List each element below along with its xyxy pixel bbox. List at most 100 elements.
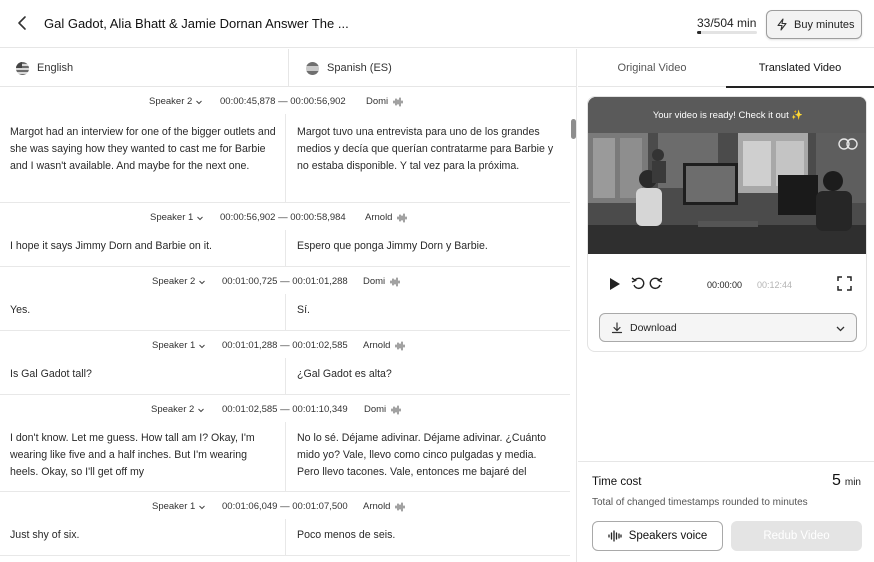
voice-label: Arnold bbox=[365, 212, 393, 223]
source-language-label: English bbox=[37, 62, 74, 74]
column-divider bbox=[285, 294, 286, 331]
segment-row: Speaker 2 00:01:00,725 — 00:01:01,288 Do… bbox=[0, 268, 570, 331]
minutes-usage: 33/504 min bbox=[697, 16, 757, 30]
voice-selector[interactable]: Domi bbox=[363, 276, 400, 287]
chevron-down-icon bbox=[198, 408, 205, 412]
total-time: 00:12:44 bbox=[757, 280, 793, 290]
translated-text[interactable]: ¿Gal Gadot es alta? bbox=[297, 366, 559, 383]
source-text[interactable]: Margot had an interview for one of the b… bbox=[10, 124, 278, 175]
fullscreen-icon[interactable] bbox=[837, 276, 852, 291]
video-player[interactable]: Your video is ready! Check it out ✨ bbox=[588, 97, 866, 254]
rewind-icon[interactable] bbox=[631, 276, 646, 291]
segment-timestamp[interactable]: 00:01:00,725 — 00:01:01,288 bbox=[222, 276, 348, 287]
minutes-progress-bar bbox=[697, 31, 757, 34]
voice-selector[interactable]: Domi bbox=[366, 96, 403, 107]
compare-icon[interactable] bbox=[838, 137, 858, 151]
voice-label: Domi bbox=[363, 276, 386, 287]
chevron-down-icon bbox=[196, 100, 203, 104]
segment-meta: Speaker 2 00:01:02,585 — 00:01:10,349 Do… bbox=[0, 396, 570, 422]
segment-meta: Speaker 2 00:01:00,725 — 00:01:01,288 Do… bbox=[0, 268, 570, 294]
tab-translated-video[interactable]: Translated Video bbox=[726, 49, 874, 88]
redub-video-button[interactable]: Redub Video bbox=[731, 521, 862, 551]
download-icon bbox=[611, 321, 623, 333]
column-divider bbox=[285, 230, 286, 267]
source-text[interactable]: Is Gal Gadot tall? bbox=[10, 366, 278, 383]
segment-row: Speaker 1 00:01:01,288 — 00:01:02,585 Ar… bbox=[0, 332, 570, 395]
source-text[interactable]: Just shy of six. bbox=[10, 527, 278, 544]
segment-list: Speaker 2 00:00:45,878 — 00:00:56,902 Do… bbox=[0, 88, 570, 562]
translated-text[interactable]: Margot tuvo una entrevista para uno de l… bbox=[297, 124, 559, 175]
segment-timestamp[interactable]: 00:01:02,585 — 00:01:10,349 bbox=[222, 404, 348, 415]
forward-icon[interactable] bbox=[648, 276, 663, 291]
download-label: Download bbox=[630, 321, 677, 334]
chevron-down-icon bbox=[199, 505, 206, 509]
speaker-label: Speaker 2 bbox=[151, 404, 195, 415]
translated-text[interactable]: Espero que ponga Jimmy Dorn y Barbie. bbox=[297, 238, 559, 255]
segment-meta: Speaker 1 00:00:56,902 — 00:00:58,984 Ar… bbox=[0, 204, 570, 230]
voice-selector[interactable]: Arnold bbox=[363, 501, 405, 512]
back-arrow-icon[interactable] bbox=[14, 14, 32, 32]
waveform-icon bbox=[395, 502, 405, 511]
segment-timestamp[interactable]: 00:01:06,049 — 00:01:07,500 bbox=[222, 501, 348, 512]
download-dropdown[interactable]: Download bbox=[599, 313, 857, 342]
column-divider bbox=[285, 358, 286, 395]
source-text[interactable]: Yes. bbox=[10, 302, 278, 319]
buy-minutes-button[interactable]: Buy minutes bbox=[766, 10, 862, 39]
video-pane: Original Video Translated Video Your vid… bbox=[578, 49, 874, 562]
time-cost-title: Time cost bbox=[592, 476, 642, 488]
player-controls: 00:00:00 00:12:44 bbox=[588, 267, 866, 297]
column-divider bbox=[285, 114, 286, 203]
segment-row: Speaker 2 00:01:02,585 — 00:01:10,349 Do… bbox=[0, 396, 570, 492]
column-divider bbox=[285, 519, 286, 556]
source-text[interactable]: I don't know. Let me guess. How tall am … bbox=[10, 430, 278, 481]
segment-row: Speaker 1 00:00:56,902 — 00:00:58,984 Ar… bbox=[0, 204, 570, 267]
speaker-label: Speaker 2 bbox=[152, 276, 196, 287]
speaker-label: Speaker 2 bbox=[149, 96, 193, 107]
speakers-voice-label: Speakers voice bbox=[628, 530, 708, 542]
current-time: 00:00:00 bbox=[707, 280, 743, 290]
top-bar: Gal Gadot, Alia Bhatt & Jamie Dornan Ans… bbox=[0, 0, 874, 48]
voice-selector[interactable]: Domi bbox=[364, 404, 401, 415]
time-cost-unit: min bbox=[844, 477, 861, 488]
transcript-pane: English Spanish (ES) Speaker 2 00:00:45,… bbox=[0, 49, 577, 562]
speaker-label: Speaker 1 bbox=[152, 340, 196, 351]
waveform-icon bbox=[391, 405, 401, 414]
language-header: English Spanish (ES) bbox=[0, 49, 577, 87]
speaker-dropdown[interactable]: Speaker 2 bbox=[151, 404, 205, 415]
voice-selector[interactable]: Arnold bbox=[363, 340, 405, 351]
time-cost-number: 5 bbox=[831, 472, 841, 489]
segment-timestamp[interactable]: 00:00:45,878 — 00:00:56,902 bbox=[220, 96, 346, 107]
speaker-dropdown[interactable]: Speaker 1 bbox=[150, 212, 204, 223]
segment-row: Speaker 1 00:01:06,049 — 00:01:07,500 Ar… bbox=[0, 493, 570, 556]
video-tabs: Original Video Translated Video bbox=[578, 49, 874, 88]
voice-label: Arnold bbox=[363, 340, 391, 351]
chevron-down-icon bbox=[836, 326, 845, 332]
scrollbar-thumb[interactable] bbox=[571, 119, 576, 139]
segment-timestamp[interactable]: 00:00:56,902 — 00:00:58,984 bbox=[220, 212, 346, 223]
speaker-dropdown[interactable]: Speaker 1 bbox=[152, 501, 206, 512]
waveform-icon bbox=[397, 213, 407, 222]
play-icon[interactable] bbox=[608, 277, 622, 291]
voice-selector[interactable]: Arnold bbox=[365, 212, 407, 223]
segment-meta: Speaker 2 00:00:45,878 — 00:00:56,902 Do… bbox=[0, 88, 570, 114]
video-thumbnail bbox=[588, 133, 866, 254]
minutes-progress-fill bbox=[697, 31, 701, 34]
speaker-dropdown[interactable]: Speaker 2 bbox=[152, 276, 206, 287]
tab-original-video[interactable]: Original Video bbox=[578, 49, 726, 87]
translated-text[interactable]: Poco menos de seis. bbox=[297, 527, 559, 544]
column-divider bbox=[285, 422, 286, 492]
speakers-voice-button[interactable]: Speakers voice bbox=[592, 521, 723, 551]
translated-text[interactable]: No lo sé. Déjame adivinar. Déjame adivin… bbox=[297, 430, 559, 481]
us-flag-icon bbox=[16, 61, 29, 75]
source-text[interactable]: I hope it says Jimmy Dorn and Barbie on … bbox=[10, 238, 278, 255]
speaker-label: Speaker 1 bbox=[150, 212, 194, 223]
speaker-dropdown[interactable]: Speaker 1 bbox=[152, 340, 206, 351]
chevron-down-icon bbox=[199, 280, 206, 284]
lightning-icon bbox=[777, 18, 787, 31]
spain-flag-icon bbox=[306, 61, 319, 75]
chevron-down-icon bbox=[197, 216, 204, 220]
translated-text[interactable]: Sí. bbox=[297, 302, 559, 319]
segment-timestamp[interactable]: 00:01:01,288 — 00:01:02,585 bbox=[222, 340, 348, 351]
voice-label: Domi bbox=[364, 404, 387, 415]
speaker-dropdown[interactable]: Speaker 2 bbox=[149, 96, 203, 107]
